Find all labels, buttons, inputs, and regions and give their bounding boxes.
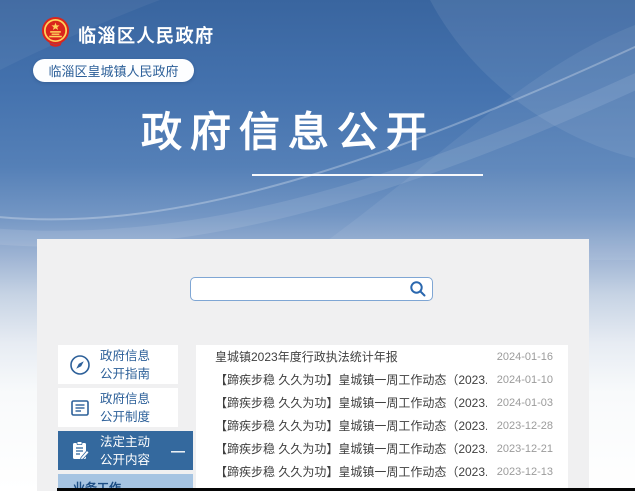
sidebar-item-label: 法定主动 公开内容 (100, 433, 150, 469)
article-title: 【蹄疾步稳 久久为功】皇城镇一周工作动态（2023.12.25-2023.12.… (215, 394, 487, 411)
page-background: 临淄区人民政府 临淄区皇城镇人民政府 政府信息公开 政府信息 公开指南 (0, 0, 635, 491)
list-item[interactable]: 【蹄疾步稳 久久为功】皇城镇一周工作动态（2023.01.01-2023.01.… (196, 368, 568, 391)
sub-site-tab-label: 临淄区皇城镇人民政府 (48, 61, 178, 80)
article-title: 【蹄疾步稳 久久为功】皇城镇一周工作动态（2023.12.18-2023.12.… (215, 417, 487, 434)
list-item[interactable]: 【蹄疾步稳 久久为功】皇城镇一周工作动态（2023.12.4-2023.12.1… (196, 460, 568, 483)
search-box (190, 277, 433, 301)
article-date: 2024-01-03 (497, 397, 553, 409)
list-item[interactable]: 皇城镇2023年度行政执法统计年报 2024-01-16 (196, 345, 568, 368)
compass-icon (68, 353, 92, 377)
sidebar-item-gov-info-system[interactable]: 政府信息 公开制度 (58, 388, 178, 427)
page-title: 政府信息公开 (141, 108, 435, 156)
article-date: 2023-12-28 (497, 420, 553, 432)
article-date: 2023-12-21 (497, 443, 553, 455)
document-icon (68, 396, 92, 420)
clipboard-pen-icon (68, 439, 92, 463)
article-list: 皇城镇2023年度行政执法统计年报 2024-01-16 【蹄疾步稳 久久为功】… (196, 345, 568, 491)
sidebar-item-gov-info-guide[interactable]: 政府信息 公开指南 (58, 345, 178, 384)
article-title: 皇城镇2023年度行政执法统计年报 (215, 348, 398, 365)
article-date: 2024-01-10 (497, 374, 553, 386)
sidebar: 政府信息 公开指南 政府信息 公开制度 (58, 345, 193, 491)
list-item[interactable]: 【蹄疾步稳 久久为功】皇城镇一周工作动态（2023.12.25-2023.12.… (196, 391, 568, 414)
article-title: 【蹄疾步稳 久久为功】皇城镇一周工作动态（2023.12.4-2023.12.1… (215, 463, 487, 480)
article-date: 2023-12-13 (497, 466, 553, 478)
search-input[interactable] (191, 278, 432, 300)
national-emblem-icon (40, 16, 71, 47)
collapse-minus-indicator[interactable]: — (171, 442, 185, 458)
list-item[interactable]: 【蹄疾步稳 久久为功】皇城镇一周工作动态（2023.12.11-2023.12.… (196, 437, 568, 460)
article-title: 【蹄疾步稳 久久为功】皇城镇一周工作动态（2023.01.01-2023.01.… (215, 371, 487, 388)
article-title: 【蹄疾步稳 久久为功】皇城镇一周工作动态（2023.12.11-2023.12.… (215, 440, 487, 457)
sidebar-item-label: 政府信息 公开指南 (100, 347, 150, 383)
sidebar-item-statutory-disclosure[interactable]: 法定主动 公开内容 — (58, 431, 193, 470)
title-underline (252, 174, 483, 176)
sub-site-tab[interactable]: 临淄区皇城镇人民政府 (33, 59, 194, 82)
list-item[interactable]: 【蹄疾步稳 久久为功】皇城镇一周工作动态（2023.12.18-2023.12.… (196, 414, 568, 437)
search-button[interactable] (407, 279, 429, 299)
sidebar-item-label: 政府信息 公开制度 (100, 390, 150, 426)
article-date: 2024-01-16 (497, 351, 553, 363)
search-icon (409, 280, 427, 298)
site-name[interactable]: 临淄区人民政府 (78, 22, 215, 48)
